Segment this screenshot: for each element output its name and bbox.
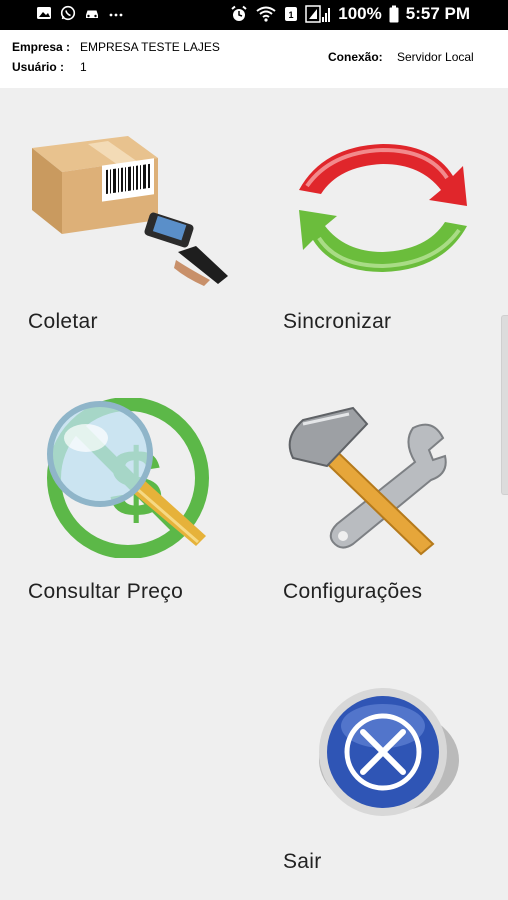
consultar-preco-label: Consultar Preço <box>28 580 184 603</box>
menu-coletar[interactable]: Coletar <box>28 128 228 338</box>
coletar-label: Coletar <box>28 310 98 333</box>
signal-icon <box>305 5 331 23</box>
battery-icon <box>389 5 399 23</box>
battery-percent: 100% <box>338 4 382 23</box>
status-left-icons <box>36 5 124 21</box>
configuracoes-label: Configurações <box>283 580 423 603</box>
usuario-value: 1 <box>80 60 87 74</box>
sync-arrows-icon <box>299 144 467 272</box>
conexao-label: Conexão: <box>328 50 383 64</box>
empresa-label: Empresa : <box>12 40 71 54</box>
alarm-icon <box>231 5 247 21</box>
barcode-scanner-box-icon <box>32 136 228 286</box>
data-icon: 1 <box>285 7 298 21</box>
sair-label: Sair <box>283 850 322 873</box>
empresa-value: EMPRESA TESTE LAJES <box>80 40 220 54</box>
status-right: 1 100% 5:57 PM <box>230 4 470 24</box>
image-icon <box>37 7 51 19</box>
menu-sincronizar[interactable]: Sincronizar <box>283 128 483 338</box>
menu-sair[interactable]: Sair <box>283 668 483 878</box>
status-bar: 1 100% 5:57 PM <box>0 0 508 30</box>
price-search-icon: $ <box>47 397 209 559</box>
car-icon <box>86 10 98 18</box>
usuario-label: Usuário : <box>12 60 65 74</box>
wifi-icon <box>256 6 276 22</box>
menu-consultar-preco[interactable]: $ Consultar Preço <box>28 397 228 608</box>
clock: 5:57 PM <box>405 4 470 23</box>
tools-icon <box>288 406 447 556</box>
conexao-value: Servidor Local <box>397 50 474 64</box>
more-icon <box>109 13 123 17</box>
menu-configuracoes[interactable]: Configurações <box>283 398 483 608</box>
sincronizar-label: Sincronizar <box>283 310 392 333</box>
svg-text:1: 1 <box>289 10 294 20</box>
scroll-indicator[interactable] <box>501 315 508 495</box>
info-header: Empresa : EMPRESA TESTE LAJES Usuário : … <box>0 30 508 88</box>
whatsapp-icon <box>60 5 76 21</box>
close-circle-icon <box>319 688 459 816</box>
